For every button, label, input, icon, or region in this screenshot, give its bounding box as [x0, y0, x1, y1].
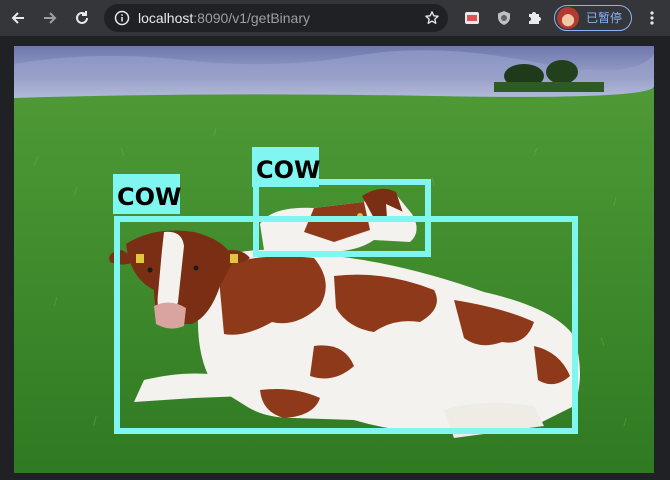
detection-image: COW COW	[14, 46, 654, 473]
back-button[interactable]	[8, 8, 28, 28]
forward-icon	[44, 12, 57, 24]
address-bar[interactable]: localhost:8090/v1/getBinary	[104, 4, 448, 32]
reload-icon	[76, 11, 88, 24]
puzzle-icon	[529, 12, 541, 24]
detection-label: COW	[117, 183, 182, 211]
info-icon[interactable]	[114, 10, 130, 26]
page-content: COW COW	[0, 36, 670, 480]
url-path: :8090/v1/getBinary	[193, 10, 311, 26]
detection-canvas: COW COW	[14, 46, 654, 473]
browser-toolbar: localhost:8090/v1/getBinary 已暂停	[0, 0, 670, 36]
back-icon	[11, 12, 24, 24]
url-host: localhost	[138, 10, 194, 26]
extensions-menu-button[interactable]	[524, 8, 544, 28]
star-icon[interactable]	[424, 10, 440, 26]
profile-button[interactable]: 已暂停	[554, 5, 632, 31]
extension-button-2[interactable]	[494, 8, 514, 28]
menu-button[interactable]	[642, 8, 662, 28]
detection-label: COW	[256, 156, 321, 184]
forward-button[interactable]	[40, 8, 60, 28]
profile-status-label: 已暂停	[586, 11, 623, 25]
shield-icon	[498, 11, 510, 25]
extension-button-1[interactable]	[462, 8, 482, 28]
url-text[interactable]: localhost:8090/v1/getBinary	[138, 10, 310, 26]
extension-icon	[465, 12, 479, 24]
avatar	[557, 7, 579, 29]
reload-button[interactable]	[72, 8, 92, 28]
kebab-menu-icon	[650, 11, 654, 25]
